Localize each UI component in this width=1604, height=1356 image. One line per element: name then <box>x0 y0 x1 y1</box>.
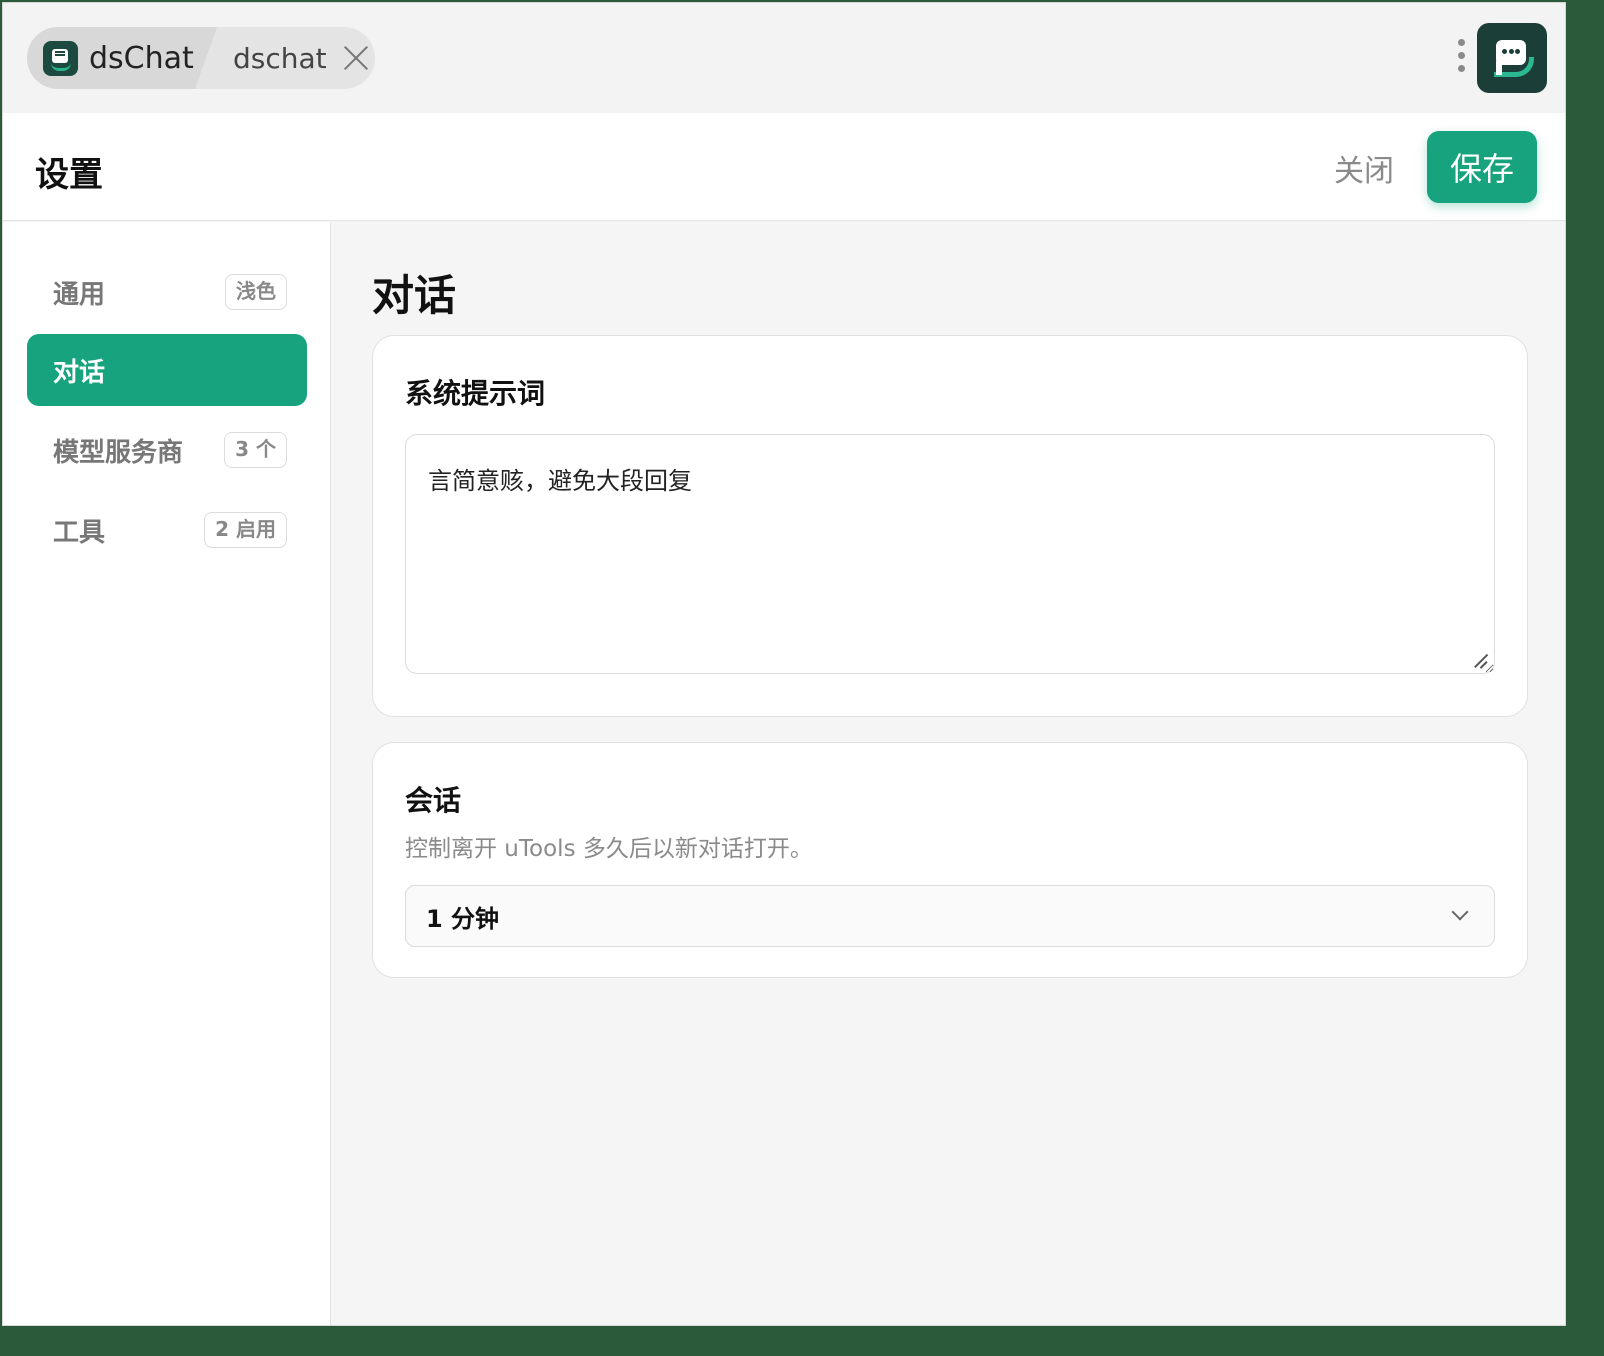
chevron-down-icon <box>1451 903 1469 921</box>
save-button[interactable]: 保存 <box>1427 131 1537 203</box>
sidebar-item-providers[interactable]: 模型服务商 3 个 <box>27 414 307 486</box>
dschat-logo-icon <box>43 41 78 76</box>
settings-content: 对话 系统提示词 言简意赅，避免大段回复 会话 控制离开 uTools 多久后以… <box>332 222 1565 1325</box>
settings-sidebar: 通用 浅色 对话 模型服务商 3 个 工具 2 启用 <box>3 222 331 1325</box>
close-button[interactable]: 关闭 <box>1319 143 1409 193</box>
close-icon[interactable] <box>343 45 369 71</box>
dschat-logo-icon[interactable] <box>1477 23 1547 93</box>
system-prompt-value: 言简意赅，避免大段回复 <box>428 467 692 495</box>
sidebar-item-conversation[interactable]: 对话 <box>27 334 307 406</box>
sidebar-item-badge: 2 启用 <box>204 512 287 548</box>
system-prompt-textarea[interactable]: 言简意赅，避免大段回复 <box>405 434 1495 674</box>
sidebar-item-badge: 3 个 <box>224 432 287 468</box>
sidebar-item-tools[interactable]: 工具 2 启用 <box>27 494 307 566</box>
sidebar-item-label: 对话 <box>53 357 106 388</box>
sidebar-item-label: 工具 <box>53 517 106 548</box>
system-prompt-title: 系统提示词 <box>405 377 546 410</box>
settings-header: 设置 关闭 保存 <box>3 113 1565 221</box>
section-title: 对话 <box>372 271 457 320</box>
sidebar-item-label: 模型服务商 <box>53 437 184 468</box>
title-bar: dsChat dschat <box>3 3 1565 113</box>
system-prompt-card: 系统提示词 言简意赅，避免大段回复 <box>372 335 1528 717</box>
more-vertical-icon[interactable] <box>1453 39 1469 81</box>
session-timeout-select[interactable]: 1 分钟 <box>405 885 1495 947</box>
sidebar-item-badge: 浅色 <box>225 274 287 310</box>
sidebar-item-general[interactable]: 通用 浅色 <box>27 256 307 328</box>
app-window: dsChat dschat 设置 关闭 保存 通用 浅色 对话 模型服务商 3 … <box>2 2 1566 1326</box>
session-description: 控制离开 uTools 多久后以新对话打开。 <box>405 836 813 862</box>
session-timeout-value: 1 分钟 <box>426 904 500 933</box>
tab-dschat[interactable]: dschat <box>233 27 369 89</box>
resize-grip-icon[interactable] <box>1474 653 1488 667</box>
sidebar-item-label: 通用 <box>53 279 106 310</box>
tab-app[interactable]: dsChat <box>27 27 217 89</box>
tab-dschat-label: dschat <box>233 41 327 75</box>
tab-app-label: dsChat <box>89 40 194 76</box>
page-title: 设置 <box>35 155 103 195</box>
session-title: 会话 <box>405 784 462 817</box>
tab-strip: dsChat dschat <box>27 27 375 89</box>
session-card: 会话 控制离开 uTools 多久后以新对话打开。 1 分钟 <box>372 742 1528 978</box>
